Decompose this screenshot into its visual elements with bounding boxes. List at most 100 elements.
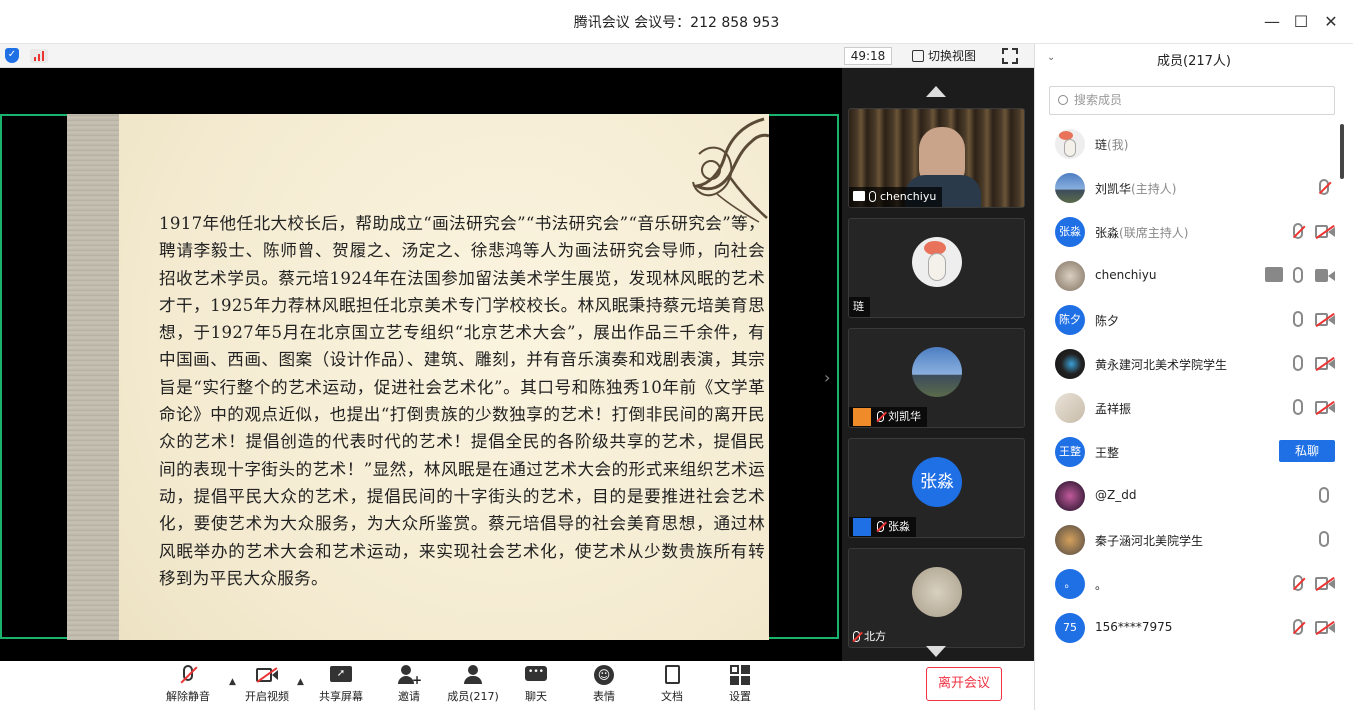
mic-muted-icon[interactable] [1319,179,1329,195]
settings-label: 设置 [729,690,751,703]
avatar [1055,261,1085,291]
start-video-button[interactable]: 开启视频 [237,665,297,704]
member-name: 。 [1095,578,1108,592]
chat-button[interactable]: ••• 聊天 [506,665,566,704]
meeting-toolbar: 解除静音 ▲ 开启视频 ▲ ➚ 共享屏幕 + 邀请 成员(217) ••• 聊天… [0,661,1034,710]
chat-label: 聊天 [525,690,547,703]
close-button[interactable]: ✕ [1318,9,1344,35]
camera-off-icon[interactable] [1315,357,1335,370]
mic-icon[interactable] [1293,399,1303,415]
mic-icon[interactable] [1319,531,1329,547]
meeting-status-bar: ✓ 49:18 切换视图 [0,44,1034,68]
member-row[interactable]: 张淼 张淼(联席主持人) [1035,210,1347,254]
member-row[interactable]: chenchiyu [1035,254,1347,298]
switch-view-button[interactable]: 切换视图 [912,47,986,65]
camera-off-icon[interactable] [1315,577,1335,590]
avatar [912,347,962,397]
camera-off-icon[interactable] [1315,621,1335,634]
video-thumbnail-strip: chenchiyu 琏 刘凯华 张淼 张淼 北方 [842,68,1034,661]
share-screen-label: 共享屏幕 [319,690,363,703]
video-options-caret-icon[interactable]: ▲ [297,677,304,687]
documents-label: 文档 [661,690,683,703]
video-tile[interactable]: 刘凯华 [848,328,1025,428]
screen-share-icon[interactable] [1265,267,1283,282]
mic-icon[interactable] [1319,487,1329,503]
camera-off-icon [256,665,278,685]
members-panel-title: 成员(217人) [1157,54,1231,69]
mic-muted-icon[interactable] [1293,575,1303,591]
members-button[interactable]: 成员(217) [441,665,505,704]
meeting-area: ✓ 49:18 切换视图 1917年他任北大校长后，帮助成立“画法研究会”“书法… [0,44,1034,710]
mic-icon [869,191,876,202]
avatar: 陈夕 [1055,305,1085,335]
member-row[interactable]: 黄永建河北美术学院学生 [1035,342,1347,386]
slide-stone-border [67,114,119,640]
avatar: 75 [1055,613,1085,643]
member-row[interactable]: 陈夕 陈夕 [1035,298,1347,342]
settings-button[interactable]: 设置 [710,665,770,704]
meeting-timer: 49:18 [844,47,892,65]
network-signal-icon[interactable] [30,49,48,63]
avatar [912,237,962,287]
share-screen-button[interactable]: ➚ 共享屏幕 [311,665,371,704]
fullscreen-icon[interactable] [1002,48,1018,64]
camera-off-icon[interactable] [1315,313,1335,326]
member-row[interactable]: 孟祥振 [1035,386,1347,430]
member-row[interactable]: @Z_dd [1035,474,1347,518]
mic-icon[interactable] [1293,311,1303,327]
leave-meeting-button[interactable]: 离开会议 [926,667,1002,701]
members-icon [462,665,484,685]
person-icon [853,408,871,426]
member-row[interactable]: 75 156****7975 [1035,606,1347,650]
private-chat-button[interactable]: 私聊 [1279,440,1335,462]
video-tile-name: chenchiyu [880,190,937,203]
video-tile-name: 刘凯华 [888,410,921,423]
title-bar: 腾讯会议 会议号：212 858 953 — ☐ ✕ [0,0,1353,44]
mic-muted-icon [877,411,884,422]
video-tile-name: 北方 [864,630,886,643]
avatar [1055,525,1085,555]
member-row[interactable]: 王整 王整 私聊 [1035,430,1347,474]
mic-muted-icon[interactable] [1293,619,1303,635]
mic-icon[interactable] [1293,355,1303,371]
next-page-chevron-icon[interactable]: › [824,368,830,387]
reaction-button[interactable]: ☺ 表情 [574,665,634,704]
unmute-button[interactable]: 解除静音 [158,665,218,704]
invite-button[interactable]: + 邀请 [379,665,439,704]
camera-icon[interactable] [1315,269,1335,282]
camera-off-icon[interactable] [1315,225,1335,238]
member-row[interactable]: 刘凯华(主持人) [1035,166,1347,210]
security-shield-icon[interactable]: ✓ [5,48,19,63]
video-tile-label: 张淼 [849,517,916,537]
start-video-label: 开启视频 [245,690,289,703]
video-tile[interactable]: chenchiyu [848,108,1025,208]
mic-muted-icon [853,631,860,642]
audio-options-caret-icon[interactable]: ▲ [229,677,236,687]
mic-muted-icon[interactable] [1293,223,1303,239]
member-row[interactable]: 秦子涵河北美院学生 [1035,518,1347,562]
member-name: 156****7975 [1095,620,1173,634]
video-tile[interactable]: 琏 [848,218,1025,318]
avatar: 张淼 [1055,217,1085,247]
share-screen-icon: ➚ [330,665,352,685]
scroll-down-arrow-icon[interactable] [926,646,946,657]
invite-label: 邀请 [398,690,420,703]
minimize-button[interactable]: — [1259,9,1285,35]
member-row[interactable]: 琏(我) [1035,122,1347,166]
maximize-button[interactable]: ☐ [1288,9,1314,35]
documents-button[interactable]: 文档 [642,665,702,704]
member-name: 张淼(联席主持人) [1095,226,1189,240]
member-search-input[interactable]: 搜索成员 [1049,86,1335,115]
avatar: 。 [1055,569,1085,599]
chat-bubble-icon: ••• [525,665,547,685]
switch-view-icon [912,50,924,62]
member-row[interactable]: 。 。 [1035,562,1347,606]
scroll-up-arrow-icon[interactable] [926,86,946,97]
camera-off-icon[interactable] [1315,401,1335,414]
mic-icon[interactable] [1293,267,1303,283]
member-name: 刘凯华(主持人) [1095,182,1177,196]
phoenix-ornament-icon [692,117,769,223]
search-placeholder: 搜索成员 [1074,93,1123,107]
video-tile[interactable]: 北方 [848,548,1025,648]
video-tile[interactable]: 张淼 张淼 [848,438,1025,538]
